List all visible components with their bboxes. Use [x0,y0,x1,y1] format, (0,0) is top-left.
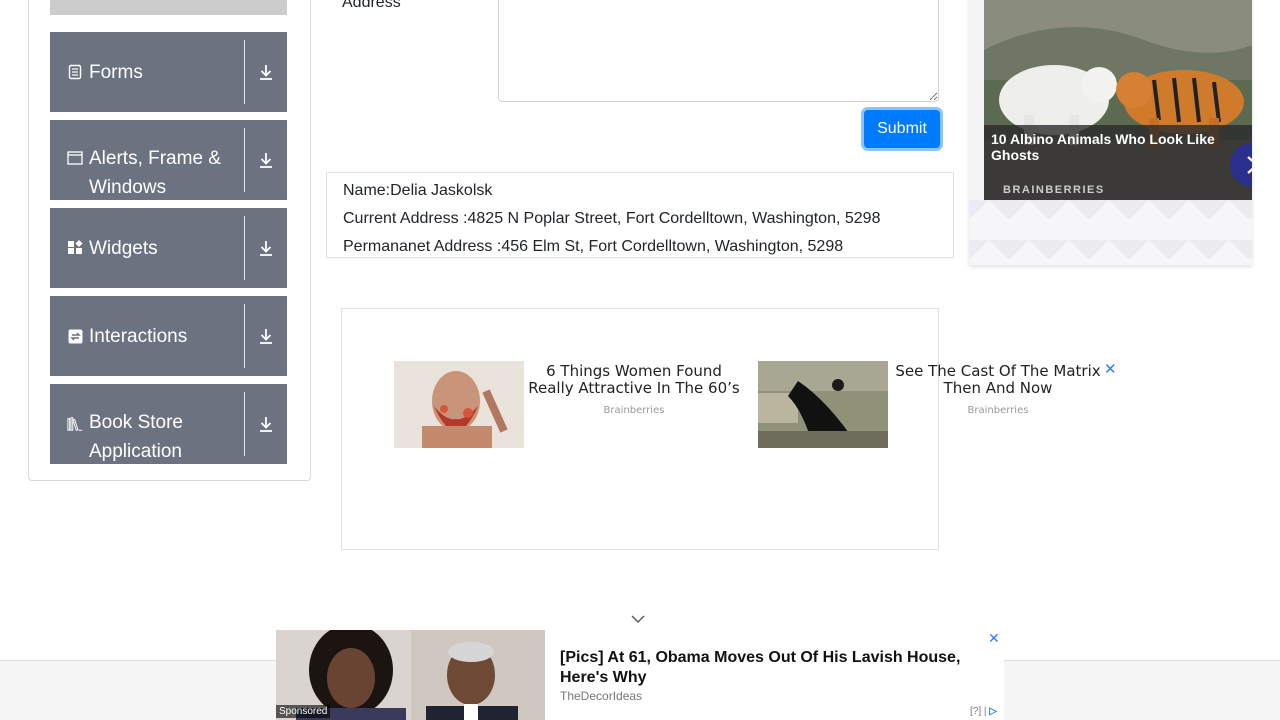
output-name: Name:Delia Jaskolsk [343,182,493,199]
window-icon [67,150,83,166]
page: Forms Alerts, Frame & Windows Widgets In… [0,0,1280,720]
ad-title[interactable]: 6 Things Women Found Really Attractive I… [524,363,744,397]
sidebar-group-label: Book Store Application [89,412,183,462]
sponsored-label: Sponsored [276,705,331,718]
sidebar-group-elements-stub[interactable] [50,0,287,15]
download-icon[interactable] [245,384,287,464]
sidebar-group-interactions[interactable]: Interactions [50,296,287,376]
download-icon[interactable] [245,32,287,112]
chevron-down-icon[interactable] [630,612,646,630]
download-icon[interactable] [245,208,287,288]
address-textarea[interactable] [498,0,939,102]
ad-source: TheDecorIdeas [560,689,643,703]
ad-title[interactable]: See The Cast Of The Matrix Then And Now [888,363,1108,397]
interactions-icon [67,328,83,344]
sidebar-group-label: Alerts, Frame & Windows [89,148,221,198]
ad-background-pattern [969,200,1252,265]
native-ad-1[interactable]: 6 Things Women Found Really Attractive I… [394,361,744,448]
ad-image [394,361,524,448]
close-icon[interactable]: ✕ [988,630,1000,647]
download-icon[interactable] [245,120,287,200]
ad-title[interactable]: [Pics] At 61, Obama Moves Out Of His Lav… [560,648,980,688]
ad-brand: BRAINBERRIES [1003,184,1105,196]
submit-button[interactable]: Submit [864,110,940,148]
widgets-icon [67,240,83,256]
ad-source: Brainberries [603,405,665,416]
sidebar-group-book-store[interactable]: Book Store Application [50,384,287,464]
native-ad-2[interactable]: See The Cast Of The Matrix Then And Now … [758,361,1108,448]
ad-image [758,361,888,448]
address-label: Address [342,0,401,11]
sidebar-group-alerts[interactable]: Alerts, Frame & Windows [50,120,287,200]
form-icon [67,64,83,80]
right-ad[interactable]: 10 Albino Animals Who Look Like Ghosts B… [969,0,1252,265]
close-icon[interactable]: ✕ [1104,360,1117,378]
bottom-ad[interactable]: Sponsored [Pics] At 61, Obama Moves Out … [276,630,1004,720]
output-current-address: Current Address :4825 N Poplar Street, F… [343,210,881,227]
ad-title[interactable]: 10 Albino Animals Who Look Like Ghosts [991,131,1231,163]
ad-info-label[interactable]: [?] [970,706,981,717]
ad-source: Brainberries [967,405,1029,416]
ad-info-icon[interactable]: [?] | ▷ [970,706,997,717]
sidebar-group-label: Widgets [89,237,158,259]
download-icon[interactable] [245,296,287,376]
output-permanent-address: Permananet Address :456 Elm St, Fort Cor… [343,238,844,255]
output-box: Name:Delia Jaskolsk Current Address :482… [326,172,954,258]
sidebar-group-widgets[interactable]: Widgets [50,208,287,288]
books-icon [67,416,83,432]
sidebar-group-forms[interactable]: Forms [50,32,287,112]
sidebar-group-label: Interactions [89,325,188,347]
sidebar-group-label: Forms [89,61,143,83]
